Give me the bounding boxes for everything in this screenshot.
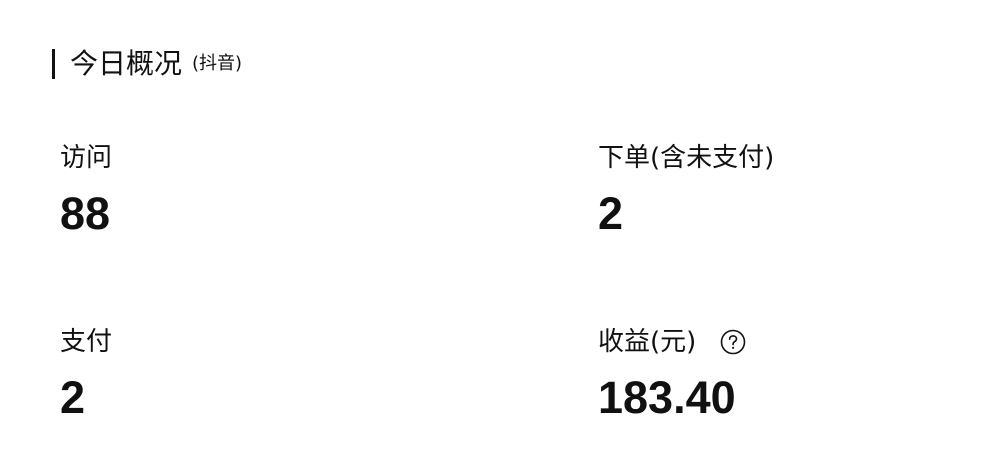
metric-value: 183.40 [598,372,736,423]
question-circle-icon[interactable] [720,329,746,355]
title-accent-bar [52,49,55,79]
metric-label: 支付 [60,327,113,357]
section-header: 今日概况 (抖音) [52,48,242,80]
metric-value: 2 [598,188,624,239]
platform-label: (抖音) [192,53,243,74]
today-overview-card: 今日概况 (抖音) 访问 88 下单(含未支付) 2 支付 2 收益(元) 18… [0,0,986,468]
metric-orders: 下单(含未支付) 2 [598,141,774,240]
metric-value: 88 [60,188,111,239]
metric-revenue: 收益(元) 183.40 [598,325,746,424]
metric-label-row: 收益(元) [598,325,746,359]
metric-label: 访问 [60,143,113,173]
metric-value: 2 [60,372,86,423]
metric-paid: 支付 2 [60,325,112,424]
section-title: 今日概况 [70,47,183,80]
metric-label: 下单(含未支付) [598,143,775,173]
metric-visits: 访问 88 [60,141,112,240]
metric-label: 收益(元) [598,327,697,357]
